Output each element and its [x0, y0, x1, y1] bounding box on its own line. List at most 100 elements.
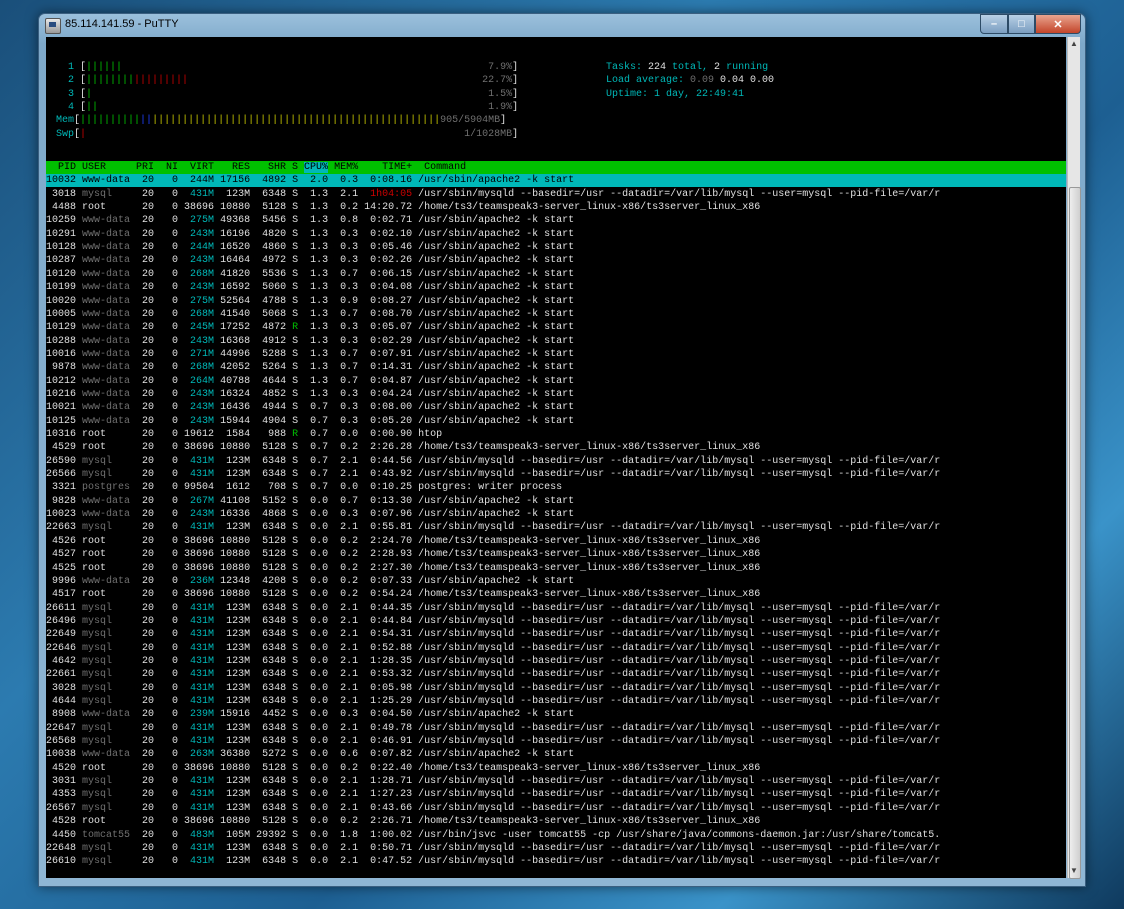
virt: 431M: [184, 655, 221, 667]
cpu-mem: 1.3 2.1: [304, 188, 365, 200]
cpu-meter-label: 2: [56, 75, 81, 87]
cpu-mem: 0.7 0.0: [304, 482, 365, 494]
process-row[interactable]: 10216 www-data 20 0 243M 16324 4852 S 1.…: [46, 388, 1066, 401]
time: 0:06.15: [364, 268, 419, 280]
process-row[interactable]: 3018 mysql 20 0 431M 123M 6348 S 1.3 2.1…: [46, 188, 1066, 201]
process-row[interactable]: 22646 mysql 20 0 431M 123M 6348 S 0.0 2.…: [46, 642, 1066, 655]
process-row[interactable]: 10023 www-data 20 0 243M 16336 4868 S 0.…: [46, 508, 1066, 521]
shr: 6348: [256, 522, 293, 534]
title-bar[interactable]: 85.114.141.59 - PuTTY – □ ✕: [39, 14, 1085, 36]
process-row[interactable]: 4353 mysql 20 0 431M 123M 6348 S 0.0 2.1…: [46, 788, 1066, 801]
scroll-down-icon[interactable]: ▼: [1068, 864, 1080, 878]
process-row[interactable]: 10120 www-data 20 0 268M 41820 5536 S 1.…: [46, 268, 1066, 281]
process-row[interactable]: 10125 www-data 20 0 243M 15944 4904 S 0.…: [46, 415, 1066, 428]
cpu-meter-value: 7.9%: [488, 62, 513, 73]
process-row[interactable]: 4527 root 20 0 38696 10880 5128 S 0.0 0.…: [46, 548, 1066, 561]
process-row[interactable]: 26568 mysql 20 0 431M 123M 6348 S 0.0 2.…: [46, 735, 1066, 748]
process-row[interactable]: 26610 mysql 20 0 431M 123M 6348 S 0.0 2.…: [46, 855, 1066, 868]
command: /usr/sbin/apache2 -k start: [418, 362, 575, 374]
virt: 263M: [184, 749, 221, 761]
terminal[interactable]: 1 [|||||| 7.9%] 2 [||||||||||||||||| 22.…: [46, 37, 1066, 878]
maximize-button[interactable]: □: [1008, 14, 1035, 34]
process-row[interactable]: 10021 www-data 20 0 243M 16436 4944 S 0.…: [46, 401, 1066, 414]
process-row[interactable]: 4529 root 20 0 38696 10880 5128 S 0.7 0.…: [46, 441, 1066, 454]
process-row[interactable]: 4644 mysql 20 0 431M 123M 6348 S 0.0 2.1…: [46, 695, 1066, 708]
process-row[interactable]: 8908 www-data 20 0 239M 15916 4452 S 0.0…: [46, 708, 1066, 721]
time: 0:04.24: [364, 388, 419, 400]
command: /usr/sbin/mysqld --basedir=/usr --datadi…: [418, 736, 941, 748]
cpu-mem: 0.0 2.1: [304, 696, 365, 707]
virt: 236M: [184, 575, 221, 587]
scroll-thumb[interactable]: [1069, 187, 1081, 879]
res: 10880: [220, 535, 257, 547]
process-row[interactable]: 4488 root 20 0 38696 10880 5128 S 1.3 0.…: [46, 201, 1066, 214]
process-row[interactable]: 3028 mysql 20 0 431M 123M 6348 S 0.0 2.1…: [46, 682, 1066, 695]
process-row[interactable]: 10020 www-data 20 0 275M 52564 4788 S 1.…: [46, 295, 1066, 308]
user: www-data: [82, 268, 137, 280]
process-row[interactable]: 10259 www-data 20 0 275M 49368 5456 S 1.…: [46, 214, 1066, 227]
virt: 99504: [184, 482, 221, 494]
process-row[interactable]: 9828 www-data 20 0 267M 41108 5152 S 0.0…: [46, 495, 1066, 508]
process-row[interactable]: 4642 mysql 20 0 431M 123M 6348 S 0.0 2.1…: [46, 655, 1066, 668]
res: 105M: [220, 829, 257, 841]
process-row[interactable]: 10016 www-data 20 0 271M 44996 5288 S 1.…: [46, 348, 1066, 361]
res: 15944: [220, 415, 257, 427]
process-row[interactable]: 4526 root 20 0 38696 10880 5128 S 0.0 0.…: [46, 535, 1066, 548]
user: www-data: [82, 375, 137, 387]
process-row[interactable]: 22663 mysql 20 0 431M 123M 6348 S 0.0 2.…: [46, 521, 1066, 534]
cpu-mem: 0.0 2.1: [304, 802, 365, 814]
process-row[interactable]: 22661 mysql 20 0 431M 123M 6348 S 0.0 2.…: [46, 668, 1066, 681]
process-row[interactable]: 10288 www-data 20 0 243M 16368 4912 S 1.…: [46, 335, 1066, 348]
cpu-mem: 1.3 0.2: [304, 202, 365, 214]
column-cpu-sorted: CPU%: [304, 162, 329, 173]
process-row[interactable]: 9878 www-data 20 0 268M 42052 5264 S 1.3…: [46, 361, 1066, 374]
process-row[interactable]: 4450 tomcat55 20 0 483M 105M 29392 S 0.0…: [46, 829, 1066, 842]
res: 10880: [220, 816, 257, 828]
minimize-button[interactable]: –: [980, 14, 1008, 34]
process-row[interactable]: 10291 www-data 20 0 243M 16196 4820 S 1.…: [46, 228, 1066, 241]
priority: 20 0: [136, 615, 185, 627]
process-row[interactable]: 3031 mysql 20 0 431M 123M 6348 S 0.0 2.1…: [46, 775, 1066, 788]
process-row[interactable]: 10032 www-data 20 0 244M 17156 4892 S 2.…: [46, 174, 1066, 188]
process-row[interactable]: 10316 root 20 0 19612 1584 988 R 0.7 0.0…: [46, 428, 1066, 441]
shr: 6348: [256, 802, 293, 814]
putty-icon: [45, 18, 61, 34]
process-row[interactable]: 10128 www-data 20 0 244M 16520 4860 S 1.…: [46, 241, 1066, 254]
pid: 10005: [46, 308, 83, 320]
process-row[interactable]: 26496 mysql 20 0 431M 123M 6348 S 0.0 2.…: [46, 615, 1066, 628]
process-row[interactable]: 22647 mysql 20 0 431M 123M 6348 S 0.0 2.…: [46, 722, 1066, 735]
process-row[interactable]: 9996 www-data 20 0 236M 12348 4208 S 0.0…: [46, 575, 1066, 588]
process-row[interactable]: 22649 mysql 20 0 431M 123M 6348 S 0.0 2.…: [46, 628, 1066, 641]
process-row[interactable]: 10129 www-data 20 0 245M 17252 4872 R 1.…: [46, 321, 1066, 334]
pid: 4642: [46, 655, 83, 667]
command: /usr/sbin/mysqld --basedir=/usr --datadi…: [418, 615, 941, 627]
process-row[interactable]: 4525 root 20 0 38696 10880 5128 S 0.0 0.…: [46, 562, 1066, 575]
user: mysql: [82, 842, 137, 854]
meter-space: [86, 129, 464, 140]
res: 16464: [220, 255, 257, 267]
process-row[interactable]: 10005 www-data 20 0 268M 41540 5068 S 1.…: [46, 308, 1066, 321]
process-row[interactable]: 4528 root 20 0 38696 10880 5128 S 0.0 0.…: [46, 815, 1066, 828]
process-row[interactable]: 10212 www-data 20 0 264M 40788 4644 S 1.…: [46, 375, 1066, 388]
command: /usr/sbin/apache2 -k start: [418, 242, 575, 254]
process-row[interactable]: 22648 mysql 20 0 431M 123M 6348 S 0.0 2.…: [46, 842, 1066, 855]
process-row[interactable]: 10038 www-data 20 0 263M 36380 5272 S 0.…: [46, 748, 1066, 761]
process-row[interactable]: 3321 postgres 20 0 99504 1612 708 S 0.7 …: [46, 481, 1066, 494]
scroll-up-icon[interactable]: ▲: [1068, 37, 1080, 51]
user: root: [82, 549, 137, 561]
process-row[interactable]: 26611 mysql 20 0 431M 123M 6348 S 0.0 2.…: [46, 602, 1066, 615]
process-row[interactable]: 26566 mysql 20 0 431M 123M 6348 S 0.7 2.…: [46, 468, 1066, 481]
close-button[interactable]: ✕: [1035, 14, 1081, 34]
priority: 20 0: [136, 308, 185, 320]
pid: 3031: [46, 776, 83, 788]
process-row[interactable]: 26590 mysql 20 0 431M 123M 6348 S 0.7 2.…: [46, 455, 1066, 468]
virt: 38696: [184, 762, 221, 774]
process-row[interactable]: 10287 www-data 20 0 243M 16464 4972 S 1.…: [46, 254, 1066, 267]
pid: 10128: [46, 242, 83, 254]
process-row[interactable]: 4520 root 20 0 38696 10880 5128 S 0.0 0.…: [46, 762, 1066, 775]
scrollbar[interactable]: ▲ ▼: [1067, 37, 1081, 879]
shr: 4860: [256, 242, 293, 254]
process-row[interactable]: 4517 root 20 0 38696 10880 5128 S 0.0 0.…: [46, 588, 1066, 601]
process-row[interactable]: 10199 www-data 20 0 243M 16592 5060 S 1.…: [46, 281, 1066, 294]
process-row[interactable]: 26567 mysql 20 0 431M 123M 6348 S 0.0 2.…: [46, 802, 1066, 815]
